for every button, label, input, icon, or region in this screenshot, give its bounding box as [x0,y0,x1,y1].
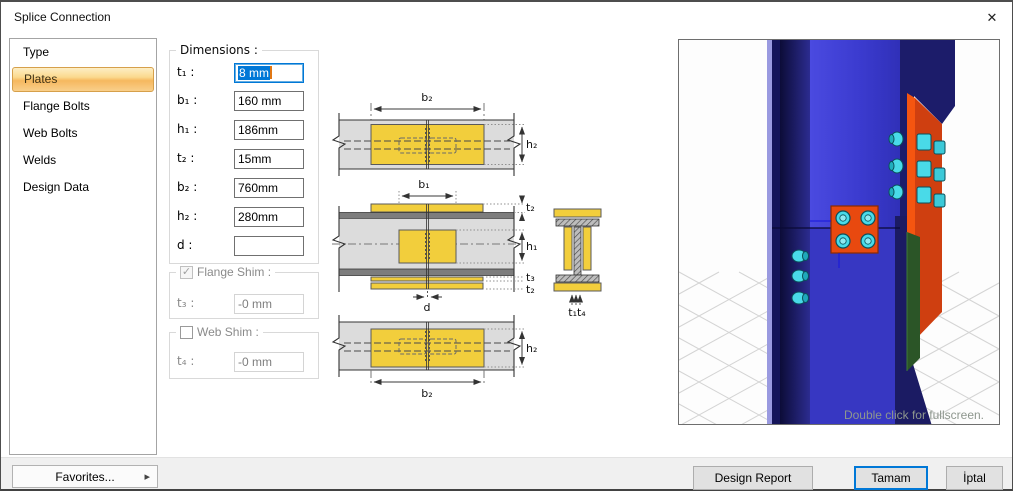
b1-input[interactable]: 160 mm [234,91,304,111]
t2-label: t₂ : [177,151,194,165]
ok-button[interactable]: Tamam [854,466,928,490]
favorites-button[interactable]: Favorites... ▸ [12,465,158,488]
footer-bar: Favorites... ▸ Design Report Tamam İptal [1,457,1012,489]
titlebar: Splice Connection ✕ [1,2,1012,32]
t2-input[interactable]: 15mm [234,149,304,169]
dim-label-t2-bot: t₂ [526,283,535,296]
flange-bolts-right [889,132,945,207]
text-caret [270,66,272,79]
web-shim-group: Web Shim : t₄ : -0 mm [169,332,319,379]
arrow-right-icon: ▸ [144,466,150,488]
dimension-row-b2: b₂ : 760mm [177,178,313,198]
sidebar-item-plates[interactable]: Plates [12,67,154,92]
dialog-title: Splice Connection [14,10,111,24]
b2-label: b₂ : [177,180,197,194]
dimensions-group-label: Dimensions : [176,43,262,57]
flange-shim-group: ✓ Flange Shim : t₃ : -0 mm [169,272,319,319]
web-shim-row: t₄ : -0 mm [177,352,313,372]
t3-label: t₃ : [177,296,194,310]
cancel-button[interactable]: İptal [946,466,1003,490]
sidebar-item-flange-bolts[interactable]: Flange Bolts [10,93,156,120]
t1-input[interactable]: 8 mm [234,63,304,83]
flange-shim-label: Flange Shim : [197,265,271,279]
dimension-row-h2: h₂ : 280mm [177,207,313,227]
flange-bolts-left [792,250,809,304]
dim-label-t1t4: t₁t₄ [568,306,586,319]
diagram-elevation: b₁ t₂ h₁ [332,178,537,314]
h1-label: h₁ : [177,122,197,136]
diagram-bottom-flange-plan: h₂ b₂ [333,315,537,400]
web-shim-checkbox[interactable] [180,326,193,339]
web-shim-header: Web Shim : [176,325,263,339]
design-report-button[interactable]: Design Report [693,466,813,490]
dim-label-h2-bot: h₂ [526,342,537,355]
splice-diagram: b₂ h₂ b₁ [326,84,626,417]
dimension-row-h1: h₁ : 186mm [177,120,313,140]
h1-input[interactable]: 186mm [234,120,304,140]
close-icon[interactable]: ✕ [982,8,1002,28]
dim-label-b2-top: b₂ [421,91,432,104]
sidebar-item-design-data[interactable]: Design Data [10,174,156,201]
dimension-row-b1: b₁ : 160 mm [177,91,313,111]
splice-connection-dialog: Splice Connection ✕ Type Plates Flange B… [0,0,1013,491]
sidebar-item-type[interactable]: Type [10,39,156,66]
t1-selected-text: 8 mm [238,66,270,80]
check-icon: ✓ [182,266,191,278]
fullscreen-hint: Double click for fullscreen. [844,408,984,422]
dim-label-t2-top: t₂ [526,201,535,214]
dim-label-h1: h₁ [526,240,537,253]
t3-input: -0 mm [234,294,304,314]
diagram-cross-section: t₁t₄ [554,209,601,319]
flange-shim-row: t₃ : -0 mm [177,294,313,314]
dimensions-group: Dimensions : t₁ : 8 mm b₁ : 160 mm h₁ : … [169,50,319,264]
dimension-row-d: d : [177,236,313,256]
sidebar-item-welds[interactable]: Welds [10,147,156,174]
sidebar-item-web-bolts[interactable]: Web Bolts [10,120,156,147]
dim-label-d: d [424,301,431,314]
dim-label-h2-top: h₂ [526,138,537,151]
favorites-label: Favorites... [55,470,114,484]
t1-label: t₁ : [177,65,194,79]
flange-shim-checkbox: ✓ [180,266,193,279]
dimension-row-t1: t₁ : 8 mm [177,63,313,83]
d-input[interactable] [234,236,304,256]
diagram-top-flange-plan: b₂ h₂ [333,91,537,176]
web-shim-label: Web Shim : [197,325,259,339]
h2-label: h₂ : [177,209,197,223]
dim-label-b1: b₁ [418,178,429,191]
h2-input[interactable]: 280mm [234,207,304,227]
dim-label-b2-bot: b₂ [421,387,432,400]
sidebar: Type Plates Flange Bolts Web Bolts Welds… [9,38,157,455]
t4-input: -0 mm [234,352,304,372]
t4-label: t₄ : [177,354,194,368]
dimension-row-t2: t₂ : 15mm [177,149,313,169]
flange-splice-plate-green [907,232,920,371]
flange-shim-header: ✓ Flange Shim : [176,265,275,279]
b2-input[interactable]: 760mm [234,178,304,198]
3d-viewer[interactable]: Double click for fullscreen. [678,39,1000,425]
b1-label: b₁ : [177,93,197,107]
d-label: d : [177,238,192,252]
